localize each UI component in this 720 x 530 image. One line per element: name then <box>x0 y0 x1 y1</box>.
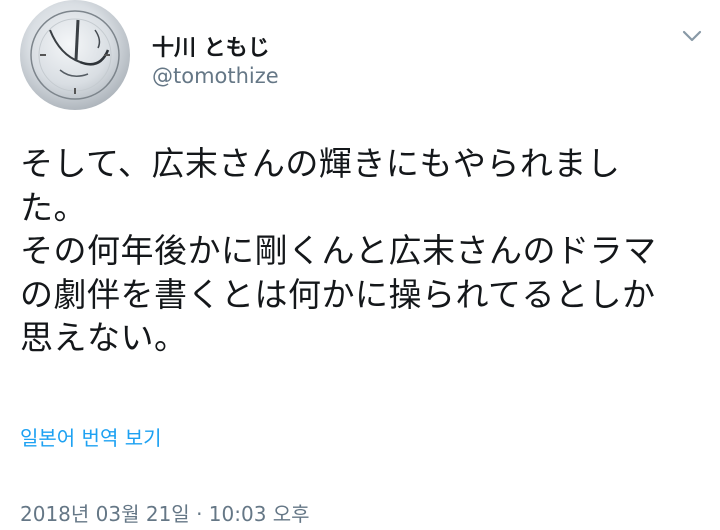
author-handle[interactable]: @tomothize <box>152 64 279 88</box>
tweet-text: そして、広末さんの輝きにもやられまし た。 その何年後かに剛くんと広末さんのドラ… <box>20 142 710 360</box>
tweet-text-line: 思えない。 <box>20 318 188 357</box>
tweet-text-line: の劇伴を書くとは何かに操られてるとしか <box>20 274 656 314</box>
tweet-timestamp[interactable]: 2018년 03월 21일 · 10:03 오후 <box>20 498 310 527</box>
tweet-text-line: そして、広末さんの輝きにもやられまし <box>20 144 621 183</box>
tweet-text-line: た。 <box>20 187 87 227</box>
author-display-name[interactable]: 十川 ともじ <box>152 30 270 62</box>
chevron-down-icon[interactable] <box>680 24 704 48</box>
clock-avatar-icon <box>30 10 120 100</box>
tweet-text-line: その何年後かに剛くんと広末さんのドラマ <box>20 231 657 270</box>
avatar[interactable] <box>20 0 130 110</box>
translate-link[interactable]: 일본어 번역 보기 <box>20 422 162 451</box>
